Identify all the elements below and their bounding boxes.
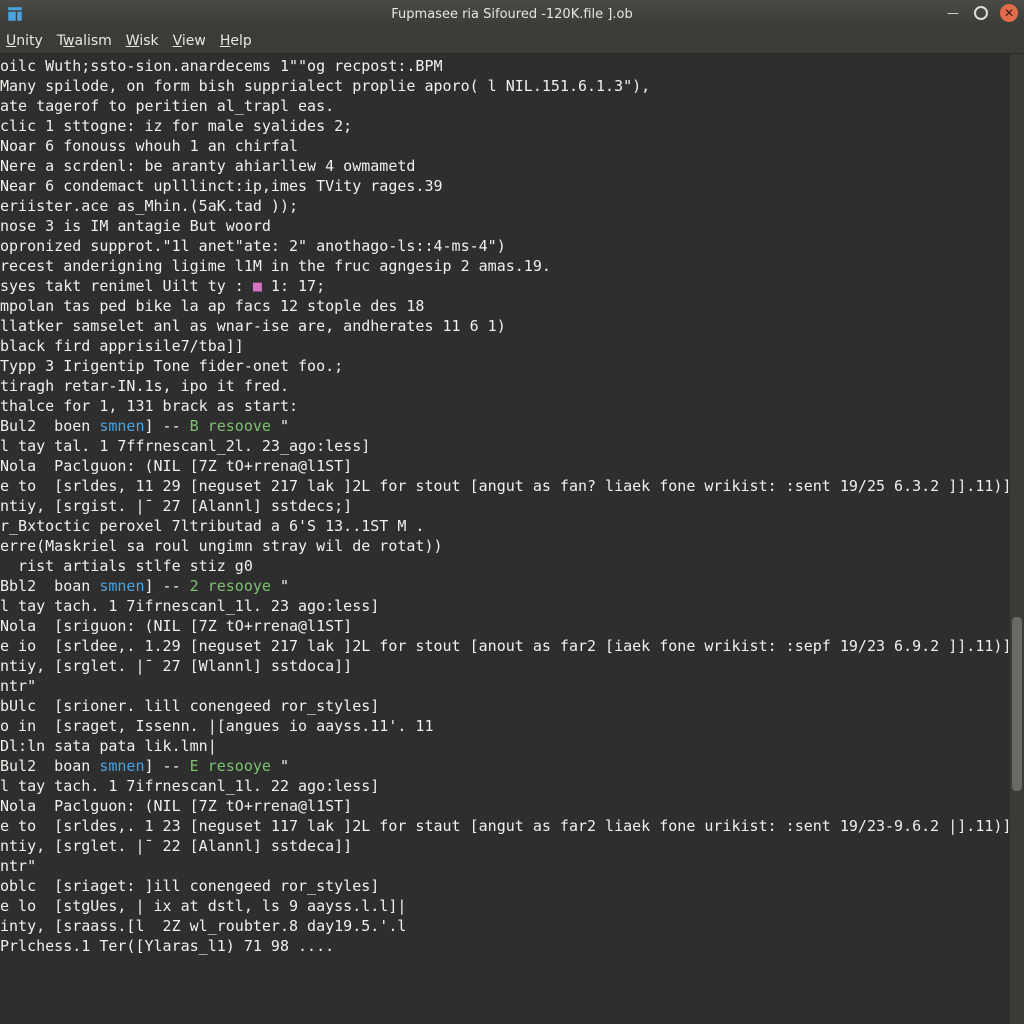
terminal-line: bUlc [srioner. lill conengeed ror_styles… <box>0 696 1020 716</box>
terminal-line: ntr" <box>0 856 1020 876</box>
menubar: Unity Twalism Wisk View Help <box>0 28 1024 54</box>
terminal-line: l tay tach. 1 7ifrnescanl_1l. 23 ago:les… <box>0 596 1020 616</box>
terminal-line: ntiy, [srglet. |¯ 27 [Wlannl] sstdoca]] <box>0 656 1020 676</box>
terminal-line: Near 6 condemact uplllinct:ip,imes TVity… <box>0 176 1020 196</box>
terminal-output[interactable]: oilc Wuth;ssto-sion.anardecems 1""og rec… <box>0 54 1024 1024</box>
terminal-line: black fird apprisile7/tba]] <box>0 336 1020 356</box>
window-buttons: — ✕ <box>944 4 1018 22</box>
terminal-line: syes takt renimel Uilt ty : ■ 1: 17; <box>0 276 1020 296</box>
terminal-line: e to [srldes,. 1 23 [neguset 117 lak ]2L… <box>0 816 1020 836</box>
terminal-line: recest anderigning ligime l1M in the fru… <box>0 256 1020 276</box>
terminal-line: ntiy, [srgist. |¯ 27 [Alannl] sstdecs;] <box>0 496 1020 516</box>
terminal-line: opronized supprot."1l anet"ate: 2" anoth… <box>0 236 1020 256</box>
terminal-line: clic 1 sttogne: iz for male syalides 2; <box>0 116 1020 136</box>
terminal-line: Noar 6 fonouss whouh 1 an chirfal <box>0 136 1020 156</box>
menu-unity[interactable]: Unity <box>6 33 43 49</box>
app-window: Fupmasee ria Sifoured -120K.file ].ob — … <box>0 0 1024 1024</box>
terminal-line: oblc [sriaget: ]ill conengeed ror_styles… <box>0 876 1020 896</box>
maximize-button[interactable] <box>974 6 988 20</box>
menu-twalism[interactable]: Twalism <box>57 33 112 49</box>
terminal-line: Bbl2 boan smnen] -- 2 resooye " <box>0 576 1020 596</box>
terminal-line: rist artials stlfe stiz g0 <box>0 556 1020 576</box>
menu-wisk[interactable]: Wisk <box>126 33 159 49</box>
terminal-line: l tay tal. 1 7ffrnescanl_2l. 23_ago:less… <box>0 436 1020 456</box>
terminal-line: Nola Paclguon: (NIL [7Z tO+rrena@l1ST] <box>0 456 1020 476</box>
terminal-line: e to [srldes, 11 29 [neguset 217 lak ]2L… <box>0 476 1020 496</box>
terminal-line: r_Bxtoctic peroxel 7ltributad a 6'S 13..… <box>0 516 1020 536</box>
minimize-button[interactable]: — <box>944 4 962 22</box>
menu-view[interactable]: View <box>173 33 206 49</box>
terminal-line: Many spilode, on form bish supprialect p… <box>0 76 1020 96</box>
terminal-line: Nere a scrdenl: be aranty ahiarllew 4 ow… <box>0 156 1020 176</box>
terminal-line: Nola Paclguon: (NIL [7Z tO+rrena@l1ST] <box>0 796 1020 816</box>
terminal-line: o in [sraget, Issenn. |[angues io aayss.… <box>0 716 1020 736</box>
terminal-line: Typp 3 Irigentip Tone fider-onet foo.; <box>0 356 1020 376</box>
scrollbar-thumb[interactable] <box>1012 617 1022 792</box>
terminal-line: Nola [sriguon: (NIL [7Z tO+rrena@l1ST] <box>0 616 1020 636</box>
terminal-line: thalce for 1, 131 brack as start: <box>0 396 1020 416</box>
terminal-line: eriister.ace as_Mhin.(5aK.tad )); <box>0 196 1020 216</box>
terminal-line: ate tagerof to peritien al_trapl eas. <box>0 96 1020 116</box>
terminal-line: e io [srldee,. 1.29 [neguset 217 lak ]2L… <box>0 636 1020 656</box>
terminal-line: tiragh retar-IN.1s, ipo it fred. <box>0 376 1020 396</box>
terminal-line: oilc Wuth;ssto-sion.anardecems 1""og rec… <box>0 56 1020 76</box>
terminal-line: ntiy, [srglet. |¯ 22 [Alannl] sstdeca]] <box>0 836 1020 856</box>
terminal-line: Dl:ln sata pata lik.lmn| <box>0 736 1020 756</box>
close-button[interactable]: ✕ <box>1000 4 1018 22</box>
terminal-line: erre(Maskriel sa roul ungimn stray wil d… <box>0 536 1020 556</box>
terminal-line: mpolan tas ped bike la ap facs 12 stople… <box>0 296 1020 316</box>
terminal-line: l tay tach. 1 7ifrnescanl_1l. 22 ago:les… <box>0 776 1020 796</box>
terminal-line: Bul2 boen smnen] -- B resoove " <box>0 416 1020 436</box>
titlebar[interactable]: Fupmasee ria Sifoured -120K.file ].ob — … <box>0 0 1024 28</box>
terminal-line: llatker samselet anl as wnar-ise are, an… <box>0 316 1020 336</box>
terminal-line: Bul2 boan smnen] -- E resooye " <box>0 756 1020 776</box>
app-icon <box>6 5 24 23</box>
window-title: Fupmasee ria Sifoured -120K.file ].ob <box>0 7 1024 22</box>
terminal-line: e lo [stgUes, | ix at dstl, ls 9 aayss.l… <box>0 896 1020 916</box>
menu-help[interactable]: Help <box>220 33 252 49</box>
terminal-line: nose 3 is IM antagie But woord <box>0 216 1020 236</box>
terminal-line: inty, [sraass.[l 2Z wl_roubter.8 day19.5… <box>0 916 1020 936</box>
terminal-line: Prlchess.1 Ter([Ylaras_l1) 71 98 .... <box>0 936 1020 956</box>
terminal-line: ntr" <box>0 676 1020 696</box>
scrollbar[interactable] <box>1010 54 1024 1024</box>
